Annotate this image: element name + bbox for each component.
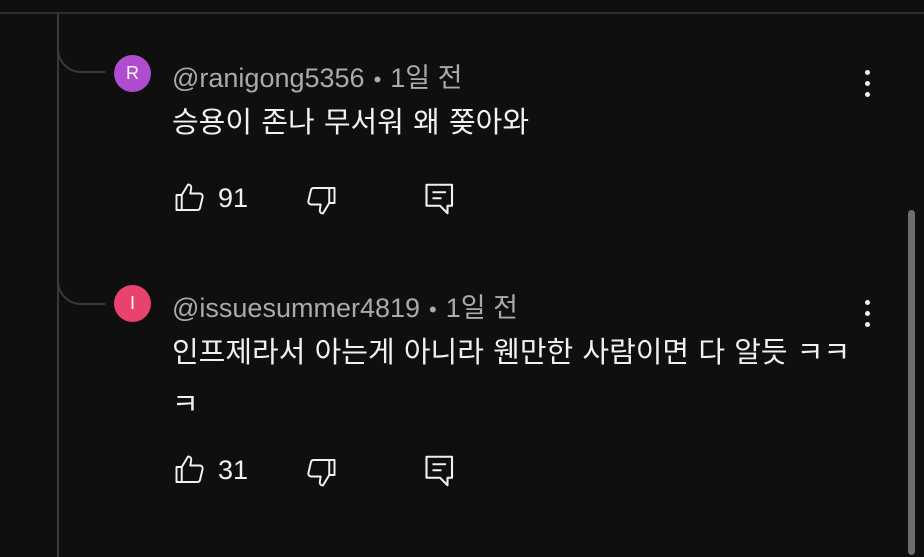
comment-actions: 31 xyxy=(172,452,472,492)
thumbs-down-icon xyxy=(307,187,336,215)
dislike-button[interactable] xyxy=(303,454,339,490)
thread-connector xyxy=(57,13,105,73)
more-vertical-icon[interactable] xyxy=(862,70,872,102)
like-count: 31 xyxy=(218,454,249,485)
comment-text: 승용이 존나 무서워 왜 쫒아와 xyxy=(172,105,530,139)
like-button[interactable]: 31 xyxy=(172,452,248,488)
comment-author[interactable]: @ranigong5356 xyxy=(172,63,365,93)
comment-author[interactable]: @issuesummer4819 xyxy=(172,293,420,323)
avatar-letter: R xyxy=(126,63,139,83)
comment-actions: 91 xyxy=(172,180,472,220)
thread-connector xyxy=(57,245,105,305)
top-divider xyxy=(0,12,924,14)
avatar-letter: I xyxy=(129,293,135,313)
reply-icon xyxy=(425,455,454,487)
thumbs-up-icon xyxy=(175,455,204,483)
meta-separator: • xyxy=(429,297,437,322)
scrollbar-thumb[interactable] xyxy=(908,210,915,555)
reply-button[interactable] xyxy=(422,452,458,490)
comment-text: 인프제라서 아는게 아니라 웬만한 사람이면 다 알듯 ㅋㅋㅋ xyxy=(172,335,851,421)
avatar[interactable]: R xyxy=(114,55,151,92)
comment-time[interactable]: 1일 전 xyxy=(446,293,518,323)
meta-separator: • xyxy=(373,67,382,92)
comment-time[interactable]: 1일 전 xyxy=(390,63,462,93)
comment-meta: @issuesummer4819 • 1일 전 xyxy=(172,286,518,325)
thumbs-up-icon xyxy=(175,183,204,211)
like-count: 91 xyxy=(218,182,249,213)
thumbs-down-icon xyxy=(307,459,336,487)
like-button[interactable]: 91 xyxy=(172,180,248,216)
avatar[interactable]: I xyxy=(114,285,151,322)
comment-meta: @ranigong5356 • 1일 전 xyxy=(172,56,462,95)
dislike-button[interactable] xyxy=(303,182,339,218)
reply-icon xyxy=(425,183,454,215)
more-vertical-icon[interactable] xyxy=(862,300,872,332)
reply-button[interactable] xyxy=(422,180,458,218)
